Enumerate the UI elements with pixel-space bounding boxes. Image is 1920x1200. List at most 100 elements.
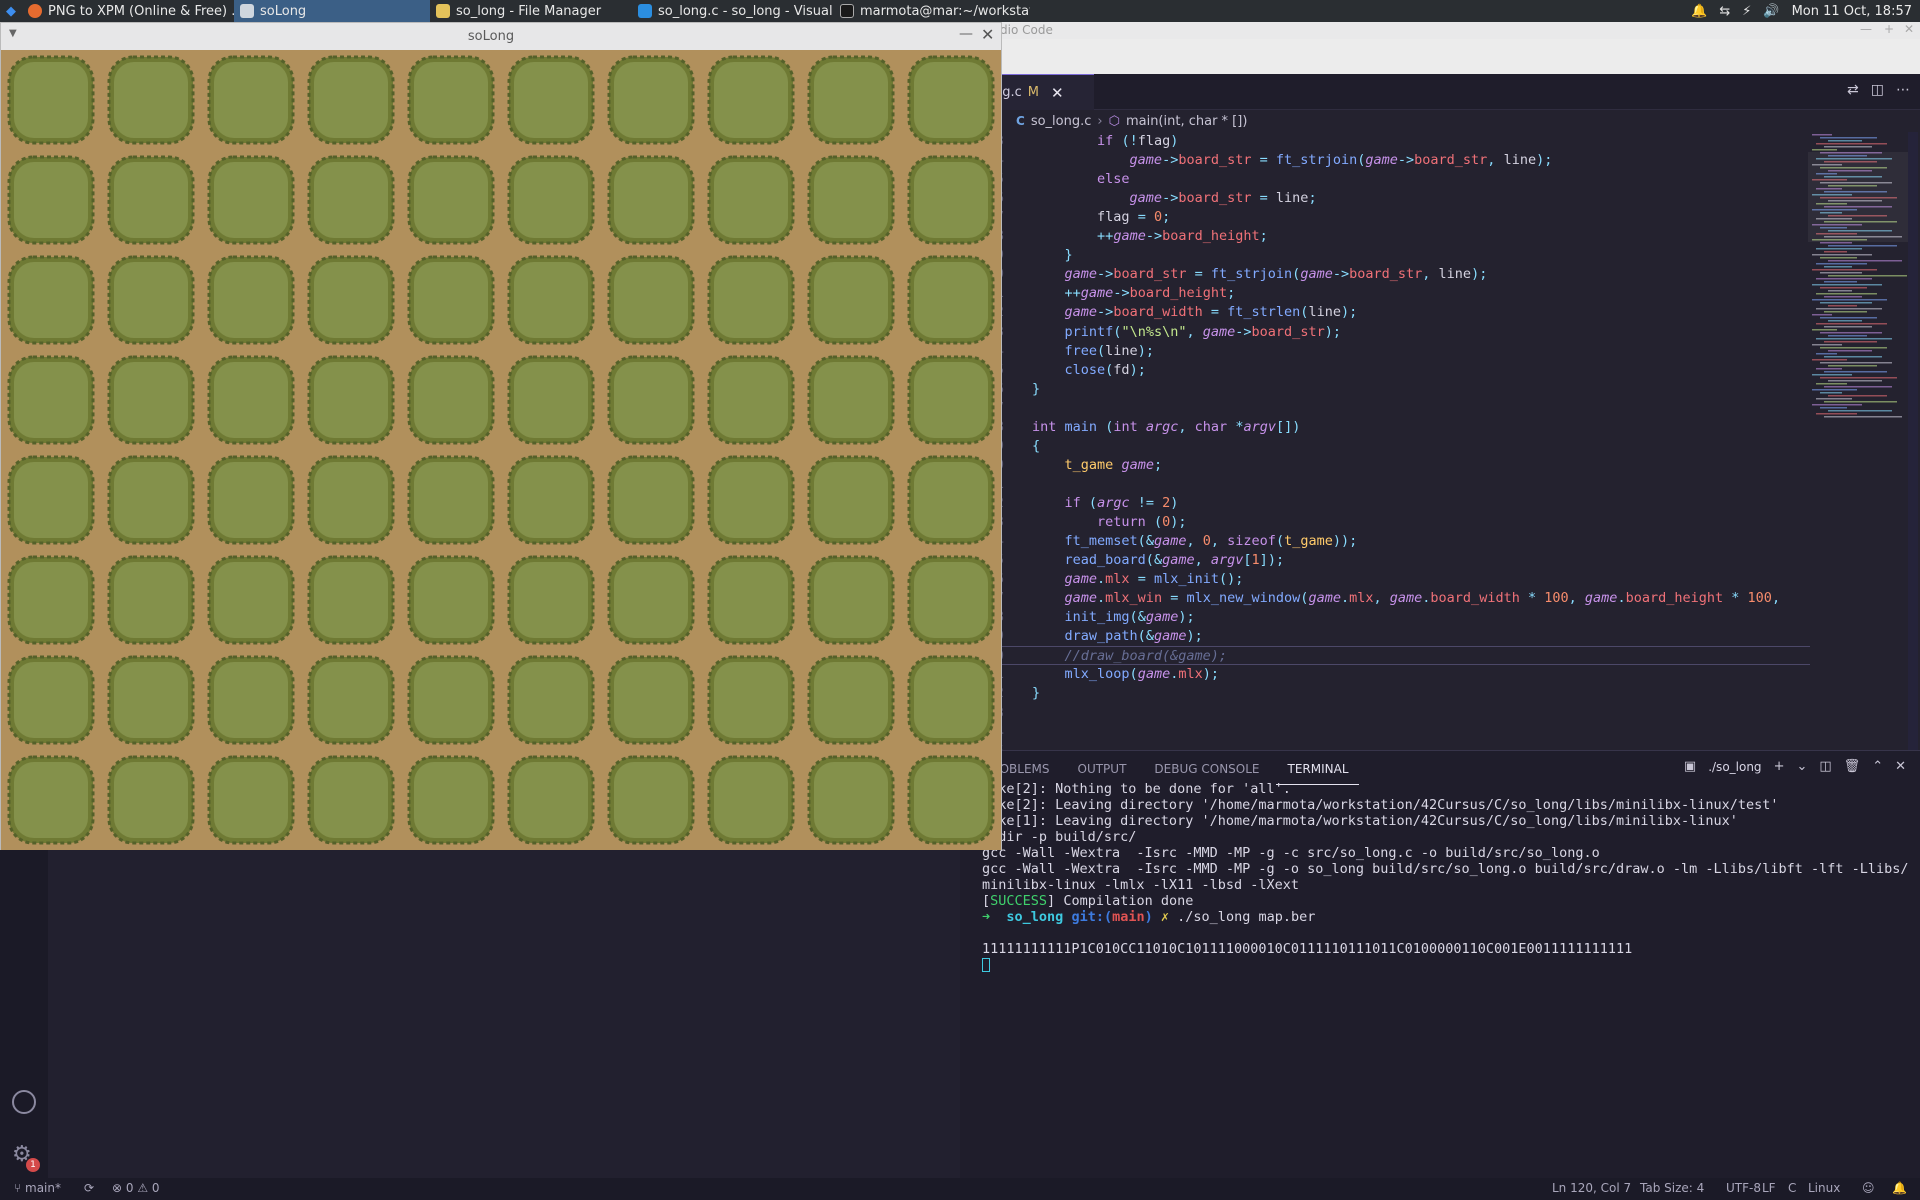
minimize-icon[interactable]: — [1860,22,1872,36]
chevron-down-icon[interactable]: ⌄ [1796,759,1807,774]
minimize-icon[interactable]: — [959,26,973,42]
problems-status[interactable]: ⊗ 0 ⚠ 0 [112,1181,160,1195]
notifications-icon[interactable]: 🔔 [1691,4,1707,19]
bush-tile [907,155,995,245]
task-file-manager[interactable]: so_long - File Manager [430,0,632,22]
minimap[interactable] [1808,132,1908,422]
breadcrumb-file[interactable]: so_long.c [1031,114,1092,129]
code-line[interactable]: 7 game.mlx_win = mlx_new_window(game.mlx… [960,589,1810,608]
code-line[interactable]: 9{ [960,437,1810,456]
code-line[interactable]: 5 close(fd); [960,361,1810,380]
language-mode[interactable]: C [1788,1181,1796,1195]
code-line[interactable]: 7 flag = 0; [960,208,1810,227]
code-line[interactable]: 0 game->board_str = ft_strjoin(game->boa… [960,265,1810,284]
code-line[interactable]: 3 printf("\n%s\n", game->board_str); [960,323,1810,342]
sync-icon[interactable]: ⟳ [84,1181,94,1195]
maximize-panel-icon[interactable]: ⌃ [1872,759,1883,774]
feedback-icon[interactable]: ☺ [1862,1181,1875,1195]
source-control-diff-icon[interactable]: ⇄ [1847,82,1859,98]
bush-tile [607,255,695,345]
code-text: if (argc != 2) [1064,494,1179,511]
code-line[interactable]: 4 [960,723,1810,742]
terminal-shell-select[interactable]: ./so_long [1708,760,1761,774]
eol[interactable]: LF [1762,1181,1776,1195]
minimap-line [1812,284,1882,286]
minimap-line [1828,140,1862,142]
code-line[interactable]: 9 draw_path(&game); [960,627,1810,646]
minimap-line [1816,413,1857,415]
code-line[interactable]: 7 [960,399,1810,418]
solong-titlebar[interactable]: ▼ soLong — ✕ [1,23,1001,50]
code-line[interactable]: 5 else [960,170,1810,189]
new-terminal-icon[interactable]: + [1774,759,1785,774]
task-solong[interactable]: soLong [234,0,430,22]
close-icon[interactable]: ✕ [1904,22,1914,36]
branch-status[interactable]: ⑂ main* [14,1181,61,1195]
task-firefox[interactable]: PNG to XPM (Online & Free) ... [22,0,234,22]
code-line[interactable]: 4 game->board_str = ft_strjoin(game->boa… [960,151,1810,170]
os-indicator[interactable]: Linux [1808,1181,1840,1195]
more-actions-icon[interactable]: ⋯ [1896,82,1910,98]
bush-tile [107,755,195,845]
cursor-position[interactable]: Ln 120, Col 7 [1552,1181,1631,1195]
volume-icon[interactable]: 🔊 [1763,4,1779,19]
terminal-cursor [982,958,990,972]
tab-close-icon[interactable]: ✕ [1051,84,1064,102]
code-text: else [1097,171,1130,188]
code-line[interactable]: 3 [960,704,1810,723]
code-text: game->board_str = line; [1129,190,1317,207]
bell-icon[interactable]: 🔔 [1892,1181,1907,1195]
editor-scrollbar[interactable] [1908,132,1918,772]
network-icon[interactable]: ⇆ [1719,4,1730,19]
code-editor[interactable]: 3 if (!flag)4 game->board_str = ft_strjo… [960,132,1810,772]
bush-tile [807,155,895,245]
account-icon[interactable] [12,1090,36,1114]
task-vscode[interactable]: so_long.c - so_long - Visual S... [632,0,834,22]
code-text: printf("\n%s\n", game->board_str); [1064,323,1341,340]
code-line[interactable]: 6 game->board_str = line; [960,189,1810,208]
code-line[interactable]: 0 t_game game; [960,456,1810,475]
close-icon[interactable]: ✕ [981,25,994,44]
code-line[interactable]: 8 ++game->board_height; [960,227,1810,246]
tab-debug-console[interactable]: DEBUG CONSOLE [1136,751,1269,785]
power-icon[interactable]: ⚡ [1742,4,1751,19]
code-line[interactable]: 1 ++game->board_height; [960,284,1810,303]
code-line[interactable]: 1 mlx_loop(game.mlx); [960,665,1810,684]
minimap-line [1828,395,1887,397]
code-line[interactable]: 8 init_img(&game); [960,608,1810,627]
minimap-line [1820,257,1857,259]
code-line[interactable]: 3 if (!flag) [960,132,1810,151]
maximize-icon[interactable]: + [1884,22,1894,36]
close-panel-icon[interactable]: ✕ [1895,759,1906,774]
task-terminal[interactable]: marmota@mar:~/workstati... [834,0,1030,22]
code-line[interactable]: 5 read_board(&game, argv[1]); [960,551,1810,570]
trash-icon[interactable]: 🗑 [1844,759,1861,774]
code-line[interactable]: 6} [960,380,1810,399]
code-line[interactable]: 4 free(line); [960,342,1810,361]
clock[interactable]: Mon 11 Oct, 18:57 [1792,4,1912,19]
split-terminal-icon[interactable]: ◫ [1819,759,1831,774]
code-line[interactable]: 2 if (argc != 2) [960,494,1810,513]
breadcrumb: C so_long.c › ⬡ main(int, char * []) [960,110,1820,132]
code-line[interactable]: 0 //draw_board(&game); [960,646,1810,666]
code-line[interactable]: 2} [960,684,1810,703]
tab-output[interactable]: OUTPUT [1060,751,1137,785]
split-editor-icon[interactable]: ◫ [1871,82,1884,98]
tab-size[interactable]: Tab Size: 4 [1640,1181,1704,1195]
bush-tile [407,355,495,445]
code-line[interactable]: 6 game.mlx = mlx_init(); [960,570,1810,589]
bush-tile [407,155,495,245]
minimap-line [1816,143,1887,145]
code-line[interactable]: 1 [960,475,1810,494]
code-line[interactable]: 3 return (0); [960,513,1810,532]
tab-terminal[interactable]: TERMINAL [1275,751,1359,785]
encoding[interactable]: UTF-8 [1726,1181,1761,1195]
code-line[interactable]: 4 ft_memset(&game, 0, sizeof(t_game)); [960,532,1810,551]
terminal-output[interactable]: make[2]: Nothing to be done for 'all'. m… [982,781,1912,973]
minimap-line [1812,134,1832,136]
code-line[interactable]: 9 } [960,246,1810,265]
code-line[interactable]: 2 game->board_width = ft_strlen(line); [960,303,1810,322]
breadcrumb-symbol[interactable]: main(int, char * []) [1126,114,1247,129]
app-launcher-icon[interactable]: ◆ [0,0,22,22]
code-line[interactable]: 8int main (int argc, char *argv[]) [960,418,1810,437]
